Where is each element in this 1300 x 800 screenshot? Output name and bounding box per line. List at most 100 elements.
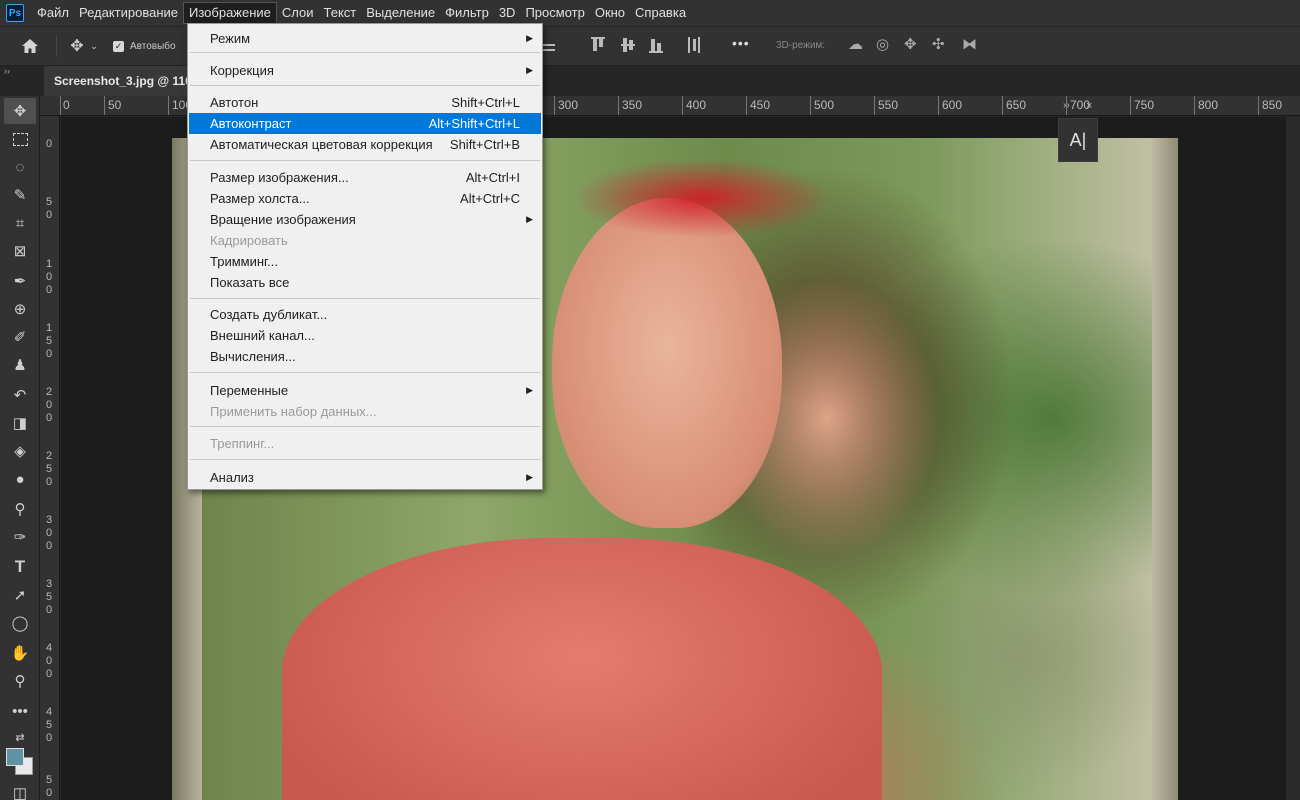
menu-item-label: Создать дубликат... [210,307,328,322]
menu-item-auto-contrast[interactable]: Автоконтраст Alt+Shift+Ctrl+L [189,113,541,134]
menu-edit[interactable]: Редактирование [74,2,183,24]
menu-type[interactable]: Текст [319,2,362,24]
expand-panels-icon[interactable]: ›› [1063,100,1070,111]
ellipse-tool-icon[interactable]: ◯ [4,610,36,636]
menu-item-label: Автоматическая цветовая коррекция [210,137,433,152]
menu-window[interactable]: Окно [590,2,630,24]
brush-tool-icon[interactable]: ✐ [4,324,36,350]
ruler-label: 50 [108,98,122,112]
align-top-icon[interactable] [590,35,606,57]
menu-view[interactable]: Просмотр [520,2,589,24]
collapse-panels-icon[interactable]: ›› [4,66,10,76]
menu-item-shortcut: Alt+Ctrl+I [465,170,520,185]
foreground-color-swatch-front[interactable] [6,748,24,766]
eraser-tool-icon[interactable]: ◨ [4,410,36,436]
menu-item-analysis[interactable]: Анализ ▶ [189,467,541,488]
pen-tool-icon[interactable]: ✑ [4,524,36,550]
auto-select-label: Автовыбо [130,40,176,52]
menu-item-variables[interactable]: Переменные ▶ [189,380,541,401]
home-icon[interactable] [18,34,42,58]
3d-orbit-icon[interactable]: ☁ [848,35,863,53]
tools-panel: ✥ ◌ ✎ ⌗ ⊠ ✒ ⊕ ✐ ♟ ↶ ◨ ◈ ● ⚲ ✑ T ➚ ◯ ✋ ⚲ … [0,96,40,800]
3d-scale-icon[interactable]: ⧓ [962,35,977,53]
photoshop-logo-icon: Ps [6,4,24,22]
menu-layers[interactable]: Слои [277,2,319,24]
ruler-label: 0 [63,98,70,112]
menu-item-apply-data-set: Применить набор данных... [189,401,541,422]
menu-item-mode[interactable]: Режим ▶ [189,28,541,49]
blur-tool-icon[interactable]: ● [4,466,36,492]
image-menu-dropdown: Режим ▶ Коррекция ▶ Автотон Shift+Ctrl+L Ав… [187,23,543,490]
menu-help[interactable]: Справка [630,2,691,24]
menu-select[interactable]: Выделение [361,2,440,24]
ruler-label: 300 [558,98,579,112]
paint-bucket-tool-icon[interactable]: ◈ [4,438,36,464]
3d-slide-icon[interactable]: ✣ [932,35,945,53]
menu-item-label: Размер изображения... [210,170,349,185]
quick-selection-tool-icon[interactable]: ✎ [4,182,36,208]
eyedropper-tool-icon[interactable]: ✒ [4,268,36,294]
ruler-label: 3 5 0 [45,578,53,616]
3d-pan-icon[interactable]: ✥ [904,35,917,53]
menu-item-label: Размер холста... [210,191,310,206]
vertical-scrollbar[interactable] [1286,117,1300,800]
marquee-tool-icon[interactable] [4,126,36,152]
align-bottom-icon[interactable] [648,35,664,57]
path-selection-tool-icon[interactable]: ➚ [4,582,36,608]
move-tool-icon[interactable]: ✥ [67,34,87,58]
menu-item-label: Режим [210,31,251,46]
menu-item-image-rotation[interactable]: Вращение изображения ▶ [189,209,541,230]
distribute-icon[interactable] [686,35,702,57]
lasso-tool-icon[interactable]: ◌ [4,154,36,180]
menu-item-apply-image[interactable]: Внешний канал... [189,325,541,346]
character-panel-icon[interactable]: A| [1058,118,1098,162]
auto-select-checkbox[interactable]: ✓ [113,40,124,52]
3d-mode-label: 3D-режим: [776,40,826,51]
ruler-label: 600 [942,98,963,112]
menu-item-adjustments[interactable]: Коррекция ▶ [189,60,541,81]
ruler-label: 0 [45,138,53,150]
chevron-down-icon[interactable]: ⌄ [87,34,101,58]
frame-tool-icon[interactable]: ⊠ [4,238,36,264]
crop-tool-icon[interactable]: ⌗ [4,210,36,236]
menu-item-label: Автотон [210,95,259,110]
menu-3d[interactable]: 3D [494,2,521,24]
hand-tool-icon[interactable]: ✋ [4,640,36,666]
menu-item-calculations[interactable]: Вычисления... [189,346,541,367]
menu-item-auto-color[interactable]: Автоматическая цветовая коррекция Shift+C… [189,134,541,155]
3d-roll-icon[interactable]: ◎ [876,35,889,53]
move-tool-icon[interactable]: ✥ [4,98,36,124]
quick-mask-icon[interactable]: ◫ [4,780,36,800]
menu-file[interactable]: Файл [32,2,74,24]
menu-item-auto-tone[interactable]: Автотон Shift+Ctrl+L [189,92,541,113]
more-options-icon[interactable]: ••• [732,35,750,51]
swap-colors-icon[interactable]: ⇄ [4,724,36,750]
type-tool-icon[interactable]: T [4,554,36,580]
vertical-ruler: 0 5 0 1 0 0 1 5 0 2 0 0 2 5 0 3 0 0 3 5 … [40,116,60,800]
menu-filter[interactable]: Фильтр [440,2,494,24]
document-tab[interactable]: Screenshot_3.jpg @ 116 [44,66,194,96]
zoom-tool-icon[interactable]: ⚲ [4,668,36,694]
menu-item-canvas-size[interactable]: Размер холста... Alt+Ctrl+C [189,188,541,209]
dodge-tool-icon[interactable]: ⚲ [4,496,36,522]
menu-image[interactable]: Изображение [183,2,277,24]
menu-item-reveal-all[interactable]: Показать все [189,272,541,293]
ruler-label: 800 [1198,98,1219,112]
menu-item-label: Коррекция [210,63,274,78]
menu-item-label: Вычисления... [210,349,296,364]
menu-item-image-size[interactable]: Размер изображения... Alt+Ctrl+I [189,167,541,188]
menu-item-label: Кадрировать [210,233,288,248]
history-brush-tool-icon[interactable]: ↶ [4,382,36,408]
menu-item-label: Автоконтраст [210,116,292,131]
align-center-icon[interactable] [543,35,557,59]
submenu-arrow-icon: ▶ [526,214,533,224]
ruler-label: 350 [622,98,643,112]
clone-stamp-tool-icon[interactable]: ♟ [4,352,36,378]
healing-brush-tool-icon[interactable]: ⊕ [4,296,36,322]
close-icon[interactable]: × [1086,100,1092,112]
menu-item-shortcut: Shift+Ctrl+L [451,95,520,110]
align-vertical-center-icon[interactable] [620,35,636,57]
menu-item-duplicate[interactable]: Создать дубликат... [189,304,541,325]
menu-item-trim[interactable]: Тримминг... [189,251,541,272]
edit-toolbar-icon[interactable]: ••• [4,698,36,724]
